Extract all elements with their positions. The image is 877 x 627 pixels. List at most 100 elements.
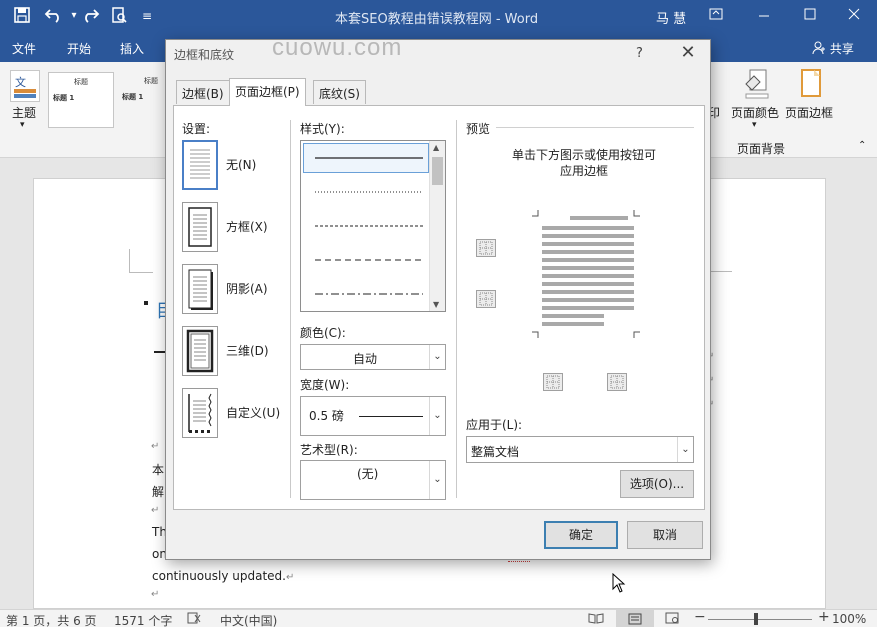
zoom-in-icon[interactable]: + <box>818 609 830 625</box>
style-listbox[interactable]: ▲ ▼ <box>300 140 446 312</box>
apply-to-label: 应用于(L): <box>466 418 523 432</box>
apply-to-value: 整篇文档 <box>471 445 520 459</box>
setting-custom-thumb <box>182 388 218 438</box>
language[interactable]: 中文(中国) <box>220 612 277 627</box>
top-border-toggle[interactable] <box>476 239 496 257</box>
svg-text:文: 文 <box>15 75 26 89</box>
cancel-button[interactable]: 取消 <box>627 521 703 549</box>
theme-icon[interactable]: 文 <box>10 70 40 102</box>
line-style-options[interactable] <box>309 141 429 306</box>
scroll-down-icon[interactable]: ▼ <box>433 300 439 309</box>
word-count[interactable]: 1571 个字 <box>114 612 172 627</box>
paragraph-mark: ↵ <box>151 441 160 452</box>
setting-box[interactable]: 方框(X) <box>182 202 292 254</box>
tab-shading[interactable]: 底纹(S) <box>313 80 366 104</box>
user-name[interactable]: 马 慧 <box>656 8 686 27</box>
zoom-slider-thumb[interactable] <box>754 613 758 625</box>
page-color-icon[interactable] <box>742 68 772 100</box>
preview-hint: 应用边框 <box>560 164 609 178</box>
ribbon-display-icon[interactable] <box>702 4 730 28</box>
paragraph-mark: ↵ <box>151 589 160 600</box>
person-icon <box>812 41 825 55</box>
borders-shading-dialog: 边框和底纹 cuowu.com ? ✕ 边框(B) 页面边框(P) 底纹(S) … <box>165 34 711 560</box>
tab-insert[interactable]: 插入 <box>120 40 144 57</box>
site-watermark: cuowu.com <box>272 34 403 61</box>
theme-label: 主题 <box>12 106 37 120</box>
tab-file[interactable]: 文件 <box>12 40 36 57</box>
left-border-toggle[interactable] <box>543 373 563 391</box>
print-preview-icon[interactable] <box>109 6 129 26</box>
web-layout-icon[interactable] <box>665 612 679 627</box>
undo-icon[interactable] <box>44 6 64 26</box>
page-border-label[interactable]: 页面边框 <box>785 104 833 121</box>
right-border-toggle[interactable] <box>607 373 627 391</box>
scroll-thumb[interactable] <box>432 157 443 185</box>
customize-icon[interactable]: ≡ <box>137 6 157 26</box>
color-value: 自动 <box>353 352 378 366</box>
style-label: 样式(Y): <box>300 122 345 136</box>
setting-3d[interactable]: 三维(D) <box>182 326 292 378</box>
tab-page-border[interactable]: 页面边框(P) <box>229 78 306 106</box>
paragraph-mark: ↵ <box>151 505 160 516</box>
setting-3d-label: 三维(D) <box>226 344 269 358</box>
bottom-border-toggle[interactable] <box>476 290 496 308</box>
style-gallery-item[interactable]: 标题 标题 1 <box>48 72 114 128</box>
setting-shadow[interactable]: 阴影(A) <box>182 264 292 316</box>
zoom-out-icon[interactable]: − <box>694 609 706 625</box>
document-text[interactable]: 解 <box>152 483 164 500</box>
border-preview[interactable] <box>530 208 642 340</box>
tab-borders[interactable]: 边框(B) <box>176 80 230 104</box>
art-value: (无) <box>357 467 379 481</box>
chevron-down-icon[interactable]: ⌄ <box>429 397 445 435</box>
dialog-title: 边框和底纹 <box>174 48 235 62</box>
group-expand-icon[interactable]: ⌃ <box>858 140 866 151</box>
setting-3d-thumb <box>182 326 218 376</box>
dialog-close-button[interactable]: ✕ <box>678 42 698 63</box>
redo-icon[interactable] <box>80 6 100 26</box>
share-button[interactable]: 共享 <box>812 40 854 57</box>
art-label: 艺术型(R): <box>300 443 358 457</box>
document-text[interactable]: continuously updated.↵ <box>152 569 294 583</box>
tab-home[interactable]: 开始 <box>67 40 91 57</box>
setting-shadow-thumb <box>182 264 218 314</box>
zoom-level[interactable]: 100% <box>832 612 866 626</box>
page-color-label[interactable]: 页面颜色 <box>731 104 779 121</box>
width-dropdown[interactable]: 0.5 磅 ⌄ <box>300 396 446 436</box>
ok-button[interactable]: 确定 <box>544 521 618 549</box>
document-title: 本套SEO教程由错误教程网 - Word <box>335 12 539 27</box>
setting-custom[interactable]: 自定义(U) <box>182 388 292 440</box>
help-button[interactable]: ? <box>636 46 643 61</box>
print-layout-icon[interactable] <box>616 610 654 627</box>
setting-custom-label: 自定义(U) <box>226 406 281 420</box>
save-icon[interactable] <box>12 6 32 26</box>
setting-none-label: 无(N) <box>226 158 257 172</box>
options-button[interactable]: 选项(O)... <box>620 470 694 498</box>
apply-to-dropdown[interactable]: 整篇文档 ⌄ <box>466 436 694 463</box>
page-border-icon[interactable] <box>796 68 826 100</box>
setting-none[interactable]: 无(N) <box>182 140 292 192</box>
page-count[interactable]: 第 1 页，共 6 页 <box>6 612 97 627</box>
share-label: 共享 <box>829 42 854 56</box>
maximize-icon[interactable] <box>796 4 824 28</box>
group-label-page-background: 页面背景 <box>737 142 786 156</box>
tab-panel: 设置: 无(N) 方框(X) 阴影(A) 三维(D) 自定义(U) 样式(Y):… <box>173 105 705 510</box>
preview-hint: 单击下方图示或使用按钮可 <box>512 148 657 162</box>
preview-label: 预览 <box>466 122 491 136</box>
document-text[interactable]: 本 <box>152 461 164 478</box>
minimize-icon[interactable] <box>750 4 778 28</box>
chevron-down-icon[interactable]: ⌄ <box>429 345 445 369</box>
style-scrollbar[interactable]: ▲ ▼ <box>429 141 445 311</box>
art-dropdown[interactable]: (无) ⌄ <box>300 460 446 500</box>
close-icon[interactable] <box>840 4 868 28</box>
width-line-sample <box>359 416 423 417</box>
scroll-up-icon[interactable]: ▲ <box>433 143 439 152</box>
proofing-icon[interactable] <box>187 612 201 627</box>
color-dropdown[interactable]: 自动 ⌄ <box>300 344 446 370</box>
theme-dropdown-icon[interactable]: ▾ <box>20 120 25 130</box>
read-mode-icon[interactable] <box>588 612 604 627</box>
page-color-dropdown-icon[interactable]: ▾ <box>752 120 757 130</box>
setting-box-thumb <box>182 202 218 252</box>
width-value: 0.5 磅 <box>309 409 344 423</box>
chevron-down-icon[interactable]: ⌄ <box>677 437 693 462</box>
chevron-down-icon[interactable]: ⌄ <box>429 461 445 499</box>
